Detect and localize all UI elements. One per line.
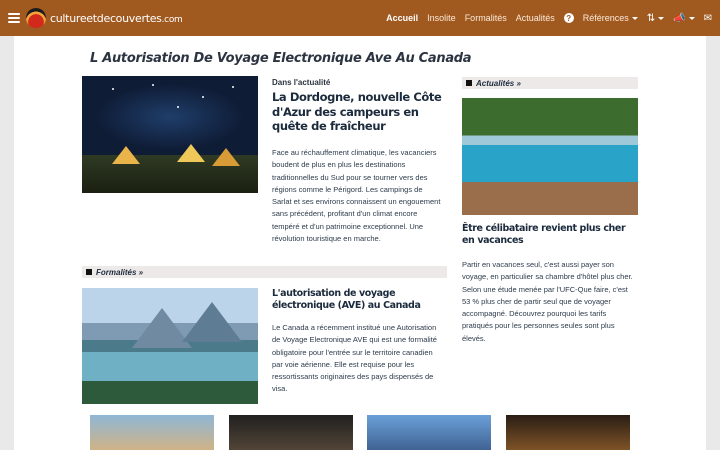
megaphone-icon[interactable]: 📣	[673, 13, 695, 24]
section-link-actualites[interactable]: Actualités »	[476, 79, 521, 88]
formalites-article-headline[interactable]: L'autorisation de voyage électronique (A…	[272, 288, 444, 312]
references-dropdown[interactable]: Références	[583, 13, 638, 23]
help-icon[interactable]: ?	[563, 13, 574, 23]
article-kicker: Dans l'actualité	[272, 78, 331, 87]
section-link-formalites[interactable]: Formalités »	[96, 268, 143, 277]
pool-image[interactable]	[462, 98, 638, 215]
chevron-down-icon	[688, 16, 695, 20]
thumbnail-image[interactable]	[506, 415, 630, 450]
canada-lake-image[interactable]	[82, 288, 258, 404]
nav-link-accueil[interactable]: Accueil	[386, 13, 418, 23]
chevron-down-icon	[658, 16, 665, 20]
chevron-down-icon	[631, 17, 638, 21]
nav-link-formalites[interactable]: Formalités	[465, 13, 507, 23]
thumbnail-image[interactable]	[90, 415, 214, 450]
thumbnail-image[interactable]	[229, 415, 353, 450]
sidebar-article-excerpt: Partir en vacances seul, c'est aussi pay…	[462, 260, 633, 343]
references-label: Références	[582, 13, 629, 23]
square-icon	[466, 80, 472, 86]
thumbnail-image[interactable]	[367, 415, 491, 450]
formalites-article-excerpt: Le Canada a récemment institué une Autor…	[272, 323, 437, 394]
nav-links: Accueil Insolite Formalités Actualités ?…	[386, 13, 712, 24]
site-logo[interactable]	[26, 8, 46, 28]
brand-domain: .com	[161, 14, 183, 25]
nav-link-insolite[interactable]: Insolite	[427, 13, 456, 23]
section-bar-formalites: Formalités »	[82, 266, 447, 278]
site-brand[interactable]: cultureetdecouvertes.com	[50, 12, 183, 25]
main-article-headline[interactable]: La Dordogne, nouvelle Côte d'Azur des ca…	[272, 90, 444, 134]
main-article-excerpt: Face au réchauffement climatique, les va…	[272, 148, 441, 244]
menu-icon[interactable]	[8, 13, 20, 23]
section-bar-actualites: Actualités »	[462, 77, 638, 89]
mail-icon[interactable]: ✉	[704, 13, 712, 24]
top-navbar: cultureetdecouvertes.com Accueil Insolit…	[0, 0, 720, 36]
camping-image[interactable]	[82, 76, 258, 193]
brand-name: cultureetdecouvertes	[50, 11, 162, 25]
square-icon	[86, 269, 92, 275]
main-content: L Autorisation De Voyage Electronique Av…	[14, 36, 706, 450]
nav-link-actualites[interactable]: Actualités	[516, 13, 555, 23]
sort-icon[interactable]: ⇅	[647, 13, 665, 24]
page-title: L Autorisation De Voyage Electronique Av…	[90, 51, 472, 66]
sidebar-article-headline[interactable]: Être célibataire revient plus cher en va…	[462, 223, 638, 247]
